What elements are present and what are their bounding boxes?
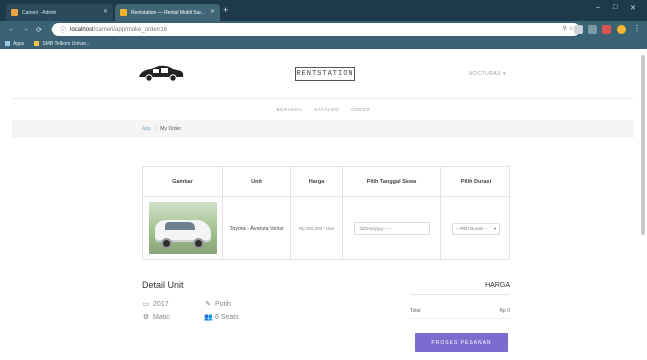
harga-label: HARGA — [410, 278, 510, 295]
zoom-icon[interactable]: ⚲ ☆ — [563, 25, 574, 32]
chevron-down-icon: ▾ — [493, 225, 496, 231]
proses-pesanan-button[interactable]: PROSES PESANAN — [415, 333, 508, 352]
site-logo[interactable] — [137, 64, 185, 82]
cell-durasi: -- Pilih Durasi -- ▾ — [441, 197, 511, 260]
bookmark-label: Apps — [13, 40, 25, 47]
breadcrumb-separator: / — [154, 126, 157, 132]
column-header-durasi: Pilih Durasi — [460, 178, 492, 185]
close-tab-icon[interactable]: ✕ — [210, 8, 215, 15]
column-header-tanggal: Pilih Tanggal Sewa — [343, 167, 441, 196]
cell-gambar — [143, 197, 223, 260]
tab-title: Cameri - Admin — [22, 9, 57, 16]
duration-select-value: -- Pilih Durasi -- — [456, 226, 488, 231]
browser-tab-rentstation[interactable]: Rentstation — Rental Mobil Sur... ✕ — [115, 4, 220, 21]
back-arrow-icon[interactable]: ← — [8, 26, 15, 33]
profile-avatar[interactable] — [617, 25, 626, 34]
menu-kebab-icon[interactable]: ⋮ — [633, 24, 641, 33]
browser-tab-admin[interactable]: Cameri - Admin ✕ — [6, 4, 113, 21]
spec-year-value: 2017 — [153, 300, 169, 308]
spec-year: ▭ 2017 — [142, 300, 169, 309]
address-bar[interactable]: ⓘ localhost/cameri/app/make_order/16 ⚲ ☆ — [52, 23, 580, 36]
header-divider — [12, 98, 634, 99]
tab-favicon — [11, 9, 18, 16]
bookmarks-bar: Apps SMB Telkom Univer... — [0, 38, 647, 49]
order-table: Gambar Unit Harga Pilih Tanggal Sewa Pil… — [142, 166, 510, 260]
bookmark-label: SMB Telkom Univer... — [42, 40, 91, 47]
forward-arrow-icon[interactable]: → — [22, 26, 29, 33]
table-header-row: Gambar Unit Harga Pilih Tanggal Sewa Pil… — [143, 167, 509, 197]
detail-title: Detail Unit — [142, 280, 184, 290]
minimize-button[interactable]: – — [596, 4, 600, 11]
paint-brush-icon: ✎ — [205, 301, 211, 308]
page-scrollbar[interactable] — [641, 55, 645, 235]
tab-title: Rentstation — Rental Mobil Sur... — [131, 9, 205, 16]
site-brand[interactable]: RENTSTATION — [295, 67, 355, 81]
bookmark-icon — [34, 40, 40, 46]
total-label: Total — [410, 307, 421, 314]
column-header-harga: Harga — [291, 167, 343, 196]
spec-seats-value: 6 Seats — [215, 313, 239, 321]
spec-seats: 👥 6 Seats — [204, 313, 239, 322]
tab-favicon — [120, 9, 127, 16]
maximize-button[interactable]: □ — [613, 4, 617, 11]
table-row: Toyota - Avanza Veloz Rp 250,000 / Hari … — [143, 197, 509, 260]
bookmark-apps[interactable]: Apps — [5, 41, 24, 47]
menu-katalog[interactable]: KATALOG — [314, 107, 339, 112]
column-header-gambar: Gambar — [143, 167, 223, 196]
users-icon: 👥 — [204, 314, 213, 321]
breadcrumb: App / My Order — [12, 120, 634, 138]
total-row: Total Rp 0 — [410, 303, 510, 319]
column-header-unit: Unit — [223, 167, 291, 196]
menu-order[interactable]: ORDER — [351, 107, 370, 112]
url-path: /cameri/app/make_order/16 — [93, 26, 168, 33]
breadcrumb-home[interactable]: App — [142, 126, 151, 132]
spec-transmission-value: Matic — [153, 313, 170, 321]
close-tab-icon[interactable]: ✕ — [103, 8, 108, 15]
reload-icon[interactable]: ⟳ — [36, 26, 42, 34]
gear-icon: ⚙ — [142, 314, 150, 321]
extension-icon[interactable] — [588, 25, 597, 34]
url-host: localhost — [70, 26, 94, 33]
cell-harga: Rp 250,000 / Hari — [291, 197, 343, 260]
extension-icon[interactable] — [574, 25, 583, 34]
cell-unit: Toyota - Avanza Veloz — [223, 197, 291, 260]
spec-color: ✎ Putih — [204, 300, 231, 309]
apps-icon — [5, 40, 10, 46]
spec-transmission: ⚙ Matic — [142, 313, 170, 322]
close-window-button[interactable]: ✕ — [630, 4, 636, 12]
page: Cameri - Admin ✕ Rentstation — Rental Mo… — [0, 0, 647, 360]
info-icon[interactable]: ⓘ — [60, 25, 66, 34]
duration-select[interactable]: -- Pilih Durasi -- ▾ — [452, 222, 500, 235]
calendar-icon: ▭ — [142, 301, 150, 308]
rental-date-input[interactable]: dd/mm/yyyy --:-- — [353, 222, 430, 235]
main-menu: BERANDA KATALOG ORDER — [0, 107, 647, 112]
new-tab-button[interactable]: + — [223, 5, 228, 15]
menu-beranda[interactable]: BERANDA — [277, 107, 303, 112]
extension-icon[interactable] — [602, 25, 611, 34]
total-value: Rp 0 — [499, 307, 510, 314]
user-menu[interactable]: NOCTURAX ▾ — [469, 71, 506, 77]
cell-tanggal: dd/mm/yyyy --:-- — [343, 197, 441, 260]
bookmark-smb[interactable]: SMB Telkom Univer... — [34, 41, 90, 47]
breadcrumb-current: My Order — [160, 126, 182, 132]
browser-tab-bar: Cameri - Admin ✕ Rentstation — Rental Mo… — [0, 0, 647, 21]
car-image — [149, 202, 217, 254]
spec-color-value: Putih — [215, 300, 231, 308]
